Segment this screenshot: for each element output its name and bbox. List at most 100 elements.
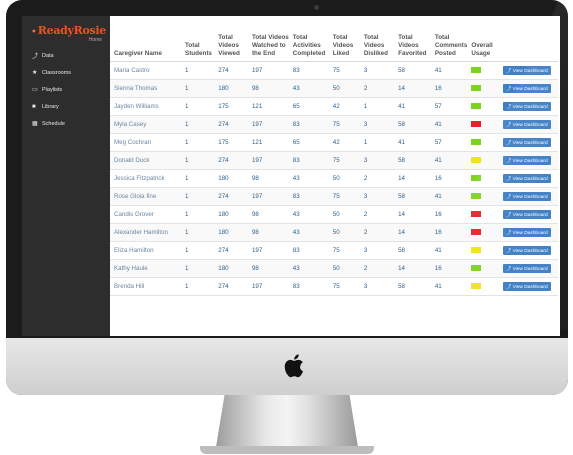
- cell-action: ⤴ View Dashboard: [501, 61, 558, 80]
- column-header[interactable]: Overall Usage: [469, 34, 502, 62]
- cell-action: ⤴ View Dashboard: [501, 169, 558, 188]
- table-header-row: Caregiver Name Total Students Total Videos…: [110, 34, 558, 62]
- caregiver-name[interactable]: Eliza Hamilton: [110, 241, 183, 260]
- view-dashboard-button[interactable]: ⤴ View Dashboard: [503, 120, 551, 129]
- view-dashboard-button[interactable]: ⤴ View Dashboard: [503, 246, 551, 255]
- button-label: View Dashboard: [512, 177, 548, 182]
- view-dashboard-button[interactable]: ⤴ View Dashboard: [503, 228, 551, 237]
- usage-indicator: [471, 228, 482, 235]
- cell-disliked: 2: [361, 259, 397, 278]
- column-header[interactable]: Total Students: [183, 34, 217, 62]
- column-header[interactable]: Total Videos Viewed: [216, 34, 250, 62]
- view-dashboard-button[interactable]: ⤴ View Dashboard: [503, 210, 551, 219]
- table-row: Meg Cochran 1 175 121 65 42 1 41 57 ⤴ View Dashbo…: [110, 133, 558, 152]
- cell-liked: 50: [330, 259, 362, 278]
- cell-watched: 121: [249, 133, 291, 152]
- sidebar-item-library[interactable]: ■ Library: [22, 98, 110, 115]
- cell-watched: 197: [249, 151, 291, 170]
- cell-comments: 57: [432, 133, 470, 152]
- column-header[interactable]: Total Activities Completed: [290, 34, 331, 62]
- button-label: View Dashboard: [512, 69, 548, 74]
- sidebar-item-schedule[interactable]: ▦ Schedule: [22, 115, 110, 132]
- cell-usage: [469, 97, 502, 116]
- column-header[interactable]: Total Videos Disliked: [361, 34, 397, 62]
- column-header[interactable]: Total Comments Posted: [432, 34, 470, 62]
- cell-watched: 98: [249, 79, 291, 98]
- table-row: Eliza Hamilton 1 274 197 83 75 3 58 41 ⤴ View Das…: [110, 241, 558, 260]
- caregiver-name[interactable]: Jayden Williams: [110, 97, 183, 116]
- view-dashboard-button[interactable]: ⤴ View Dashboard: [503, 264, 551, 273]
- view-dashboard-button[interactable]: ⤴ View Dashboard: [503, 156, 551, 165]
- caregiver-table: Caregiver Name Total Students Total Videos…: [110, 34, 558, 296]
- cell-students: 1: [183, 61, 217, 80]
- monitor-chin: [6, 338, 568, 395]
- button-label: View Dashboard: [512, 213, 548, 218]
- view-dashboard-button[interactable]: ⤴ View Dashboard: [503, 192, 551, 201]
- button-label: View Dashboard: [512, 231, 548, 236]
- cell-students: 1: [183, 79, 217, 98]
- monitor-base: [200, 446, 374, 454]
- cell-students: 1: [183, 97, 217, 116]
- cell-usage: [469, 133, 502, 152]
- caregiver-name[interactable]: Candis Grover: [110, 205, 183, 224]
- main-content: Caregiver Name Total Students Total Videos…: [110, 16, 560, 336]
- sidebar-item-playlists[interactable]: ▭ Playlists: [22, 81, 110, 98]
- cell-activities: 65: [290, 97, 331, 116]
- caregiver-name[interactable]: Meg Cochran: [110, 133, 183, 152]
- view-dashboard-button[interactable]: ⤴ View Dashboard: [503, 282, 551, 291]
- view-dashboard-button[interactable]: ⤴ View Dashboard: [503, 102, 551, 111]
- cell-action: ⤴ View Dashboard: [501, 223, 558, 242]
- cell-watched: 197: [249, 61, 291, 80]
- cell-watched: 197: [249, 187, 291, 206]
- cell-favorited: 14: [396, 79, 433, 98]
- table-row: Maria Castro 1 274 197 83 75 3 58 41 ⤴ View Dashb…: [110, 61, 558, 80]
- button-label: View Dashboard: [512, 249, 548, 254]
- column-header[interactable]: [501, 34, 558, 62]
- camera-dot: [314, 5, 319, 10]
- column-header[interactable]: Total Videos Liked: [330, 34, 362, 62]
- caregiver-name[interactable]: Kathy Haule: [110, 259, 183, 278]
- cell-watched: 98: [249, 259, 291, 278]
- table-row: Donald Duck 1 274 197 83 75 3 58 41 ⤴ View Dashbo…: [110, 151, 558, 170]
- caregiver-name[interactable]: Rose Gloia fine: [110, 187, 183, 206]
- caregiver-name[interactable]: Maria Castro: [110, 61, 183, 80]
- cell-comments: 16: [432, 259, 470, 278]
- caregiver-name[interactable]: Alexander Hamilton: [110, 223, 183, 242]
- cell-viewed: 274: [216, 115, 250, 134]
- table-row: Brenda Hill 1 274 197 83 75 3 58 41 ⤴ View Dashbo…: [110, 277, 558, 296]
- button-label: View Dashboard: [512, 105, 548, 110]
- caregiver-name[interactable]: Donald Duck: [110, 151, 183, 170]
- cell-usage: [469, 259, 502, 278]
- brand-logo[interactable]: ReadyRosie: [22, 16, 110, 39]
- column-header[interactable]: Total Videos Watched to the End: [249, 34, 291, 62]
- cell-disliked: 1: [361, 133, 397, 152]
- cell-comments: 41: [432, 241, 470, 260]
- cell-comments: 16: [432, 79, 470, 98]
- caregiver-name[interactable]: Sienna Thomas: [110, 79, 183, 98]
- cell-comments: 41: [432, 187, 470, 206]
- view-dashboard-button[interactable]: ⤴ View Dashboard: [503, 174, 551, 183]
- sidebar-item-classrooms[interactable]: ★ Classrooms: [22, 64, 110, 81]
- view-dashboard-button[interactable]: ⤴ View Dashboard: [503, 84, 551, 93]
- column-header[interactable]: Total Videos Favorited: [396, 34, 433, 62]
- view-dashboard-button[interactable]: ⤴ View Dashboard: [503, 138, 551, 147]
- cell-comments: 41: [432, 277, 470, 296]
- cell-viewed: 274: [216, 151, 250, 170]
- usage-indicator: [471, 102, 482, 109]
- column-header[interactable]: Caregiver Name: [110, 34, 183, 62]
- cell-liked: 50: [330, 205, 362, 224]
- cell-favorited: 41: [396, 97, 433, 116]
- screen: ReadyRosie Home ⤴ Data ★ Classrooms ▭ Playlis…: [22, 16, 560, 336]
- caregiver-name[interactable]: Jessica Fitzpatrick: [110, 169, 183, 188]
- caregiver-name[interactable]: Myla Casey: [110, 115, 183, 134]
- cell-disliked: 2: [361, 223, 397, 242]
- caregiver-name[interactable]: Brenda Hill: [110, 277, 183, 296]
- cell-viewed: 274: [216, 61, 250, 80]
- cell-favorited: 58: [396, 61, 433, 80]
- cell-students: 1: [183, 241, 217, 260]
- cell-watched: 98: [249, 223, 291, 242]
- sidebar-item-data[interactable]: ⤴ Data: [22, 47, 110, 64]
- view-dashboard-button[interactable]: ⤴ View Dashboard: [503, 66, 551, 75]
- cell-action: ⤴ View Dashboard: [501, 151, 558, 170]
- cell-action: ⤴ View Dashboard: [501, 97, 558, 116]
